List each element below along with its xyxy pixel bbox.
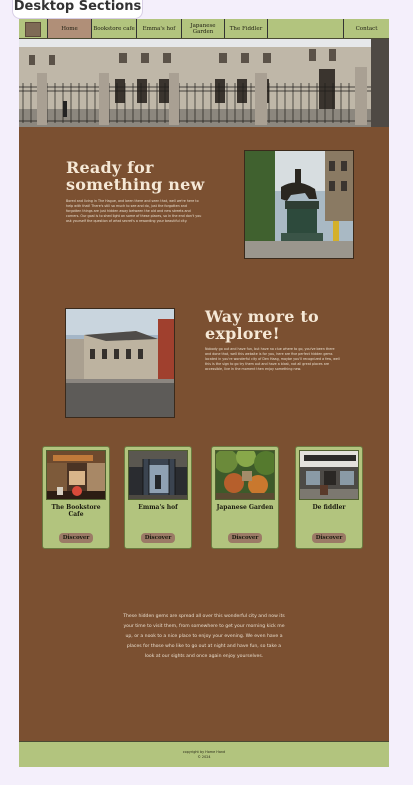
emmas-hof-photo xyxy=(128,450,188,500)
desktop-frame: Home Bookstore cafe Emma's hof Japanese … xyxy=(19,19,389,767)
nav-contact[interactable]: Contact xyxy=(343,19,389,38)
card-bookstore-cafe[interactable]: The Bookstore Cafe Discover xyxy=(42,446,110,549)
hero-image xyxy=(19,39,389,127)
card-title: The Bookstore Cafe xyxy=(51,504,101,518)
discover-button[interactable]: Discover xyxy=(312,533,346,543)
discover-button[interactable]: Discover xyxy=(141,533,175,543)
logo[interactable] xyxy=(25,22,41,37)
de-fiddler-photo xyxy=(299,450,359,500)
discover-button[interactable]: Discover xyxy=(59,533,93,543)
closing-text: These hidden gems are spread all over th… xyxy=(123,614,285,659)
bookstore-cafe-photo xyxy=(46,450,106,500)
nav-home[interactable]: Home xyxy=(47,19,91,38)
card-title: Japanese Garden xyxy=(216,504,274,511)
card-title: Emma's hof xyxy=(138,504,178,511)
section2-heading: Way more to explore! xyxy=(205,307,319,343)
building-photo xyxy=(65,308,175,418)
section1-body: Bored and living in The Hague, and been … xyxy=(66,199,202,223)
card-emmas-hof[interactable]: Emma's hof Discover xyxy=(124,446,192,549)
discover-button[interactable]: Discover xyxy=(228,533,262,543)
nav-japanese-garden[interactable]: Japanese Garden xyxy=(181,19,224,38)
nav-bookstore-cafe[interactable]: Bookstore cafe xyxy=(91,19,136,38)
top-nav: Home Bookstore cafe Emma's hof Japanese … xyxy=(19,19,389,39)
section2-body: Nobody go out and have fun, but have no … xyxy=(205,347,340,371)
japanese-garden-photo xyxy=(215,450,275,500)
card-de-fiddler[interactable]: De fiddler Discover xyxy=(295,446,363,549)
card-title: De fiddler xyxy=(312,504,346,511)
footer: copyright by Home Hand © 2024 xyxy=(19,741,389,767)
card-japanese-garden[interactable]: Japanese Garden Discover xyxy=(211,446,279,549)
statue-photo xyxy=(244,150,354,259)
footer-year: © 2024 xyxy=(197,754,211,759)
frame-label: Desktop Sections xyxy=(12,0,143,19)
section1-heading: Ready for something new xyxy=(66,158,205,194)
nav-the-fiddler[interactable]: The Fiddler xyxy=(224,19,268,38)
nav-emmas-hof[interactable]: Emma's hof xyxy=(136,19,181,38)
